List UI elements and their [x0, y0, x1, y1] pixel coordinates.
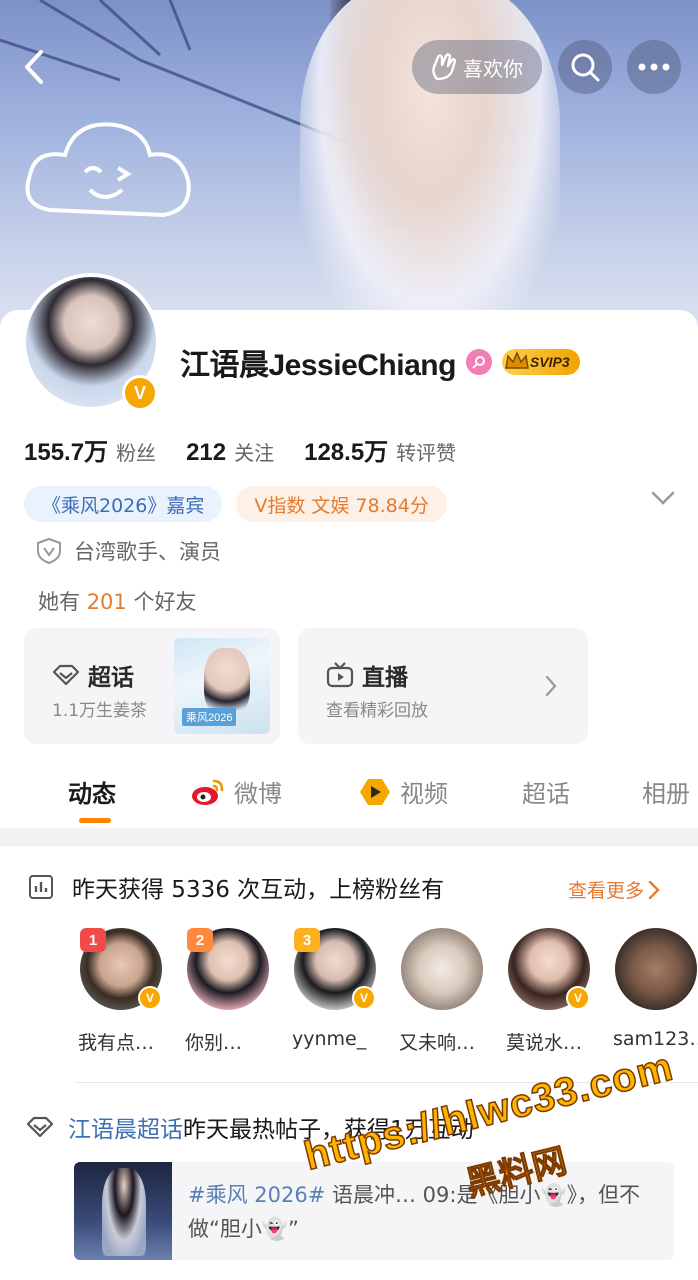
hot-post-text: 昨天最热帖子，获得1万互动 [183, 1117, 474, 1143]
fan-avatar [401, 928, 483, 1010]
shield-v-icon [37, 537, 61, 565]
friends-suffix: 个好友 [133, 590, 197, 614]
female-gender-icon [465, 349, 492, 375]
supertopic-title-row: 超话 [52, 658, 134, 692]
supertopic-link[interactable]: 江语晨超话 [68, 1117, 183, 1143]
search-icon [571, 53, 600, 82]
v-index-tag-label: V指数 文娱 78.84分 [254, 494, 429, 517]
stat-2[interactable]: 128.5万 转评赞 [304, 432, 456, 467]
supertopic-subtitle: 1.1万生姜茶 [52, 701, 148, 721]
like-hand-icon [432, 53, 457, 81]
certification-text: 台湾歌手、演员 [74, 540, 221, 564]
guest-tag-label: 《乘风2026》嘉宾 [42, 494, 205, 517]
post-thumbnail [74, 1162, 172, 1260]
tab-video[interactable]: 视频 [358, 774, 448, 809]
post-text: #乘风 2026# 语晨冲… 09:是《胆小👻》，但不做“胆小👻” [188, 1178, 658, 1246]
profile-stats: 155.7万 粉丝 212 关注 128.5万 转评赞 [24, 432, 486, 467]
supertopic-thumbnail: 乘风2026 [174, 638, 270, 734]
stat-label: 关注 [234, 441, 275, 465]
friends-row[interactable]: 她有 201 个好友 [38, 586, 196, 616]
tab-album[interactable]: 相册 [642, 774, 690, 809]
fan-name: 我有点… [78, 1032, 155, 1054]
like-you-button[interactable]: 喜欢你 [412, 40, 542, 94]
diamond-icon [26, 1116, 54, 1138]
see-more-label: 查看更多 [568, 880, 645, 902]
verified-badge-icon: V [352, 986, 376, 1010]
like-you-label: 喜欢你 [463, 56, 523, 81]
section-divider [0, 828, 698, 846]
certification-row: 台湾歌手、演员 [36, 536, 221, 566]
top-fans-list: 1 V 我有点… 2 你别… 3 Vyynme_ 又未响… V 莫说水… sam123… [78, 928, 698, 1058]
chevron-down-icon[interactable] [650, 490, 676, 506]
tab-dynamics[interactable]: 动态 [68, 774, 116, 809]
tv-icon [326, 662, 354, 688]
stat-number: 212 [186, 439, 227, 466]
fan-name: 你别… [185, 1032, 243, 1054]
weibo-icon [192, 779, 224, 805]
supertopic-title: 超话 [88, 665, 134, 691]
profile-tags: 《乘风2026》嘉宾 V指数 文娱 78.84分 [24, 486, 447, 522]
more-options-button[interactable] [627, 40, 681, 94]
fan-avatar [615, 928, 697, 1010]
video-hex-icon [360, 778, 390, 805]
fan-name: sam123… [613, 1028, 698, 1050]
v-index-tag[interactable]: V指数 文娱 78.84分 [236, 486, 447, 522]
tab-video-label: 视频 [400, 780, 448, 808]
bar-chart-icon [29, 875, 53, 899]
tab-album-label: 相册 [642, 780, 690, 808]
stat-label: 转评赞 [396, 441, 457, 465]
tab-weibo-label: 微博 [234, 780, 282, 808]
stat-0[interactable]: 155.7万 粉丝 [24, 432, 156, 467]
diamond-icon [52, 664, 80, 686]
verified-badge-icon: V [138, 986, 162, 1010]
stat-number: 155.7万 [24, 439, 109, 466]
post-thumbnail-figure [102, 1168, 146, 1256]
crown-icon [505, 351, 529, 369]
supertopic-card[interactable]: 超话 1.1万生姜茶 乘风2026 [24, 628, 280, 744]
back-button[interactable] [14, 40, 54, 94]
live-title: 直播 [362, 665, 408, 691]
fan-rank-badge: 1 [80, 928, 106, 952]
row-divider [74, 1082, 698, 1083]
live-subtitle: 查看精彩回放 [326, 701, 428, 721]
stat-number: 128.5万 [304, 439, 389, 466]
svip-badge[interactable]: SVIP3 [501, 349, 580, 375]
see-more-link[interactable]: 查看更多 [568, 876, 660, 903]
guest-tag[interactable]: 《乘风2026》嘉宾 [24, 486, 223, 522]
hot-post-card[interactable]: #乘风 2026# 语晨冲… 09:是《胆小👻》，但不做“胆小👻” [74, 1162, 674, 1260]
fan-rank-badge: 2 [187, 928, 213, 952]
stat-label: 粉丝 [116, 441, 157, 465]
fan-rank-badge: 3 [294, 928, 320, 952]
profile-tabs: 动态 微博 视频 超话 相册 [0, 760, 698, 826]
chevron-left-icon [25, 50, 43, 84]
live-title-row: 直播 [326, 658, 408, 692]
verified-badge-icon: V [122, 375, 158, 411]
svip-label: SVIP3 [529, 354, 570, 370]
post-hashtag[interactable]: #乘风 2026# [188, 1183, 325, 1207]
fan-name: 又未响… [399, 1032, 476, 1054]
name-row: 江语晨JessieChiang SVIP3 [180, 340, 580, 384]
fan-name: yynme_ [292, 1028, 367, 1050]
tab-weibo[interactable]: 微博 [190, 774, 282, 809]
interaction-title: 昨天获得 5336 次互动，上榜粉丝有 [72, 877, 445, 903]
search-button[interactable] [558, 40, 612, 94]
more-dots-icon [638, 63, 670, 71]
friends-count: 201 [86, 590, 127, 614]
active-tab-indicator [79, 818, 111, 823]
tab-supertopic[interactable]: 超话 [522, 774, 570, 809]
verified-badge-icon: V [566, 986, 590, 1010]
chevron-right-icon [648, 880, 660, 899]
cloud-doodle-icon [25, 122, 191, 218]
live-card[interactable]: 直播 查看精彩回放 [298, 628, 588, 744]
hot-post-row[interactable]: 江语晨超话昨天最热帖子，获得1万互动 [26, 1110, 474, 1144]
friends-prefix: 她有 [38, 590, 80, 614]
stat-1[interactable]: 212 关注 [186, 437, 274, 467]
fan-name: 莫说水… [506, 1032, 583, 1054]
chevron-right-icon [545, 675, 557, 697]
tab-supertopic-label: 超话 [522, 780, 570, 808]
tab-dynamics-label: 动态 [68, 780, 116, 808]
username: 江语晨JessieChiang [180, 349, 456, 382]
thumbnail-label: 乘风2026 [182, 708, 237, 726]
